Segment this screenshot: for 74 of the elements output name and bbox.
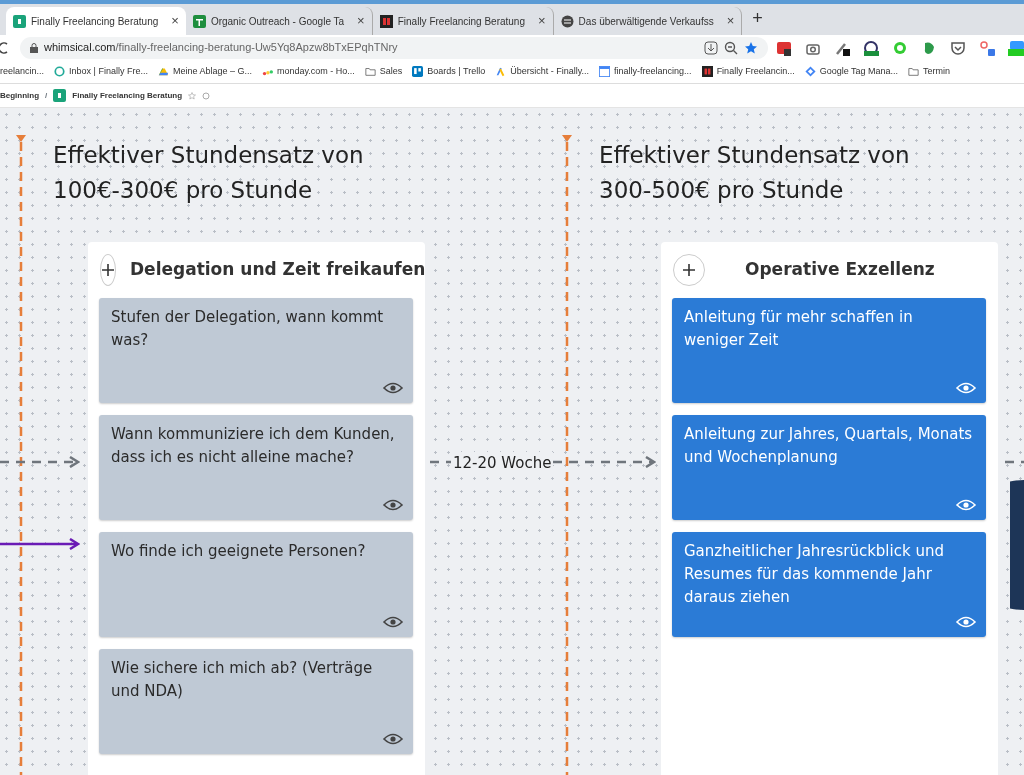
install-icon[interactable] (704, 40, 718, 55)
close-icon[interactable]: × (538, 11, 546, 31)
idea-card[interactable]: Stufen der Delegation, wann kommt was? (99, 298, 413, 403)
folder-icon (908, 66, 920, 77)
card-text: Anleitung zur Jahres, Quartals, Monats und Wochenplanung (684, 424, 974, 468)
close-icon[interactable]: × (726, 11, 735, 31)
pocket-icon[interactable] (950, 39, 966, 56)
eye-icon[interactable] (383, 498, 403, 512)
star-icon[interactable] (188, 91, 197, 100)
new-tab-button[interactable]: + (742, 5, 773, 35)
section-heading: Effektiver Stundensatz von 300-500€ pro Stunde (599, 141, 910, 205)
bookmark-link[interactable]: Termin (923, 64, 951, 79)
plus-icon (101, 263, 115, 277)
dashed-line (1005, 460, 1024, 464)
eye-icon[interactable] (383, 732, 403, 746)
dashed-line (430, 460, 452, 464)
card-text: Anleitung für mehr schaffen in weniger Zeit (684, 307, 914, 351)
sheet-icon (192, 14, 206, 28)
ring-icon (54, 66, 66, 77)
reload-icon[interactable] (0, 40, 8, 55)
add-button[interactable] (673, 254, 705, 286)
idea-card[interactable]: Wo finde ich geeignete Personen? (99, 532, 413, 637)
column-title: Operative Exzellenz (745, 258, 935, 282)
bookmark-link[interactable]: Boards | Trello (427, 64, 486, 79)
card-text: Wann kommuniziere ich dem Kunden, dass ich es nicht alleine mache? (111, 424, 396, 468)
square-icon (379, 14, 393, 28)
idea-card[interactable]: Ganzheitlicher Jahresrückblick und Resumes für das kommende Jahr daraus ziehen (672, 532, 986, 637)
bookmark-link[interactable]: monday.com - Ho... (276, 64, 355, 79)
bookmark-link[interactable]: Meine Ablage – G... (172, 64, 252, 79)
breadcrumb-link[interactable]: Beginning (0, 89, 40, 102)
card-text: Stufen der Delegation, wann kommt was? (111, 307, 385, 351)
extension-icon[interactable] (1008, 39, 1024, 56)
add-button[interactable] (100, 254, 116, 286)
triangle-icon (495, 66, 507, 77)
triangle-icon (157, 66, 169, 77)
eye-icon[interactable] (383, 615, 403, 629)
bookmark-link[interactable]: Inbox | Finally Fre... (69, 64, 148, 79)
idea-card[interactable]: Anleitung für mehr schaffen in weniger Zeit (672, 298, 986, 403)
gauge-icon[interactable] (863, 39, 879, 56)
bookmark-link[interactable]: finally-freelancing... (614, 64, 692, 79)
square-icon (13, 14, 26, 28)
column-title: Delegation und Zeit freikaufen (130, 258, 426, 282)
bookmark-link[interactable]: Sales (379, 64, 403, 79)
idea-card[interactable]: Wann kommuniziere ich dem Kunden, dass ich es nicht alleine mache? (99, 415, 413, 520)
browser-tab[interactable]: Organic Outreach - Google Ta × (185, 7, 373, 35)
breadcrumb-link[interactable]: Finally Freelancing Beratung (72, 89, 183, 102)
idea-card[interactable]: Anleitung zur Jahres, Quartals, Monats und Wochenplanung (672, 415, 986, 520)
separator-text: / (45, 89, 48, 102)
board-icon (412, 66, 424, 77)
square-icon (701, 66, 713, 77)
plus-icon (682, 263, 696, 277)
bookmark-link[interactable]: Finally Freelancin... (716, 64, 795, 79)
bookmark-link[interactable]: reelancin... (0, 64, 45, 79)
browser-tab[interactable]: Das überwältigende Verkaufss × (553, 7, 743, 35)
browser-tab[interactable]: Finally Freelancing Beratung × (6, 7, 186, 35)
bookmark-link[interactable]: Übersicht - Finally... (510, 64, 590, 79)
folder-icon (364, 66, 376, 77)
browser-tab[interactable]: Finally Freelancing Beratung × (372, 7, 554, 35)
star-icon[interactable] (744, 40, 758, 55)
square-icon (53, 89, 67, 102)
card-text: Wie sichere ich mich ab? (Verträge und NDA) (111, 658, 374, 702)
diamond-icon (804, 66, 816, 77)
close-icon[interactable]: × (357, 11, 365, 31)
card-text: Wo finde ich geeignete Personen? (111, 541, 367, 562)
zoom-out-icon[interactable] (724, 40, 738, 55)
bookmark-link[interactable]: Google Tag Mana... (819, 64, 899, 79)
section-heading: Effektiver Stundensatz von 100€-300€ pro Stunde (53, 141, 364, 205)
close-icon[interactable]: × (171, 11, 179, 31)
lock-icon (30, 42, 38, 53)
eye-icon[interactable] (383, 381, 403, 395)
address-bar[interactable]: whimsical.com/finally-freelancing-beratung-Uw5Yq8Apzw8bTxEPqhTNry (20, 36, 768, 59)
idea-card[interactable]: Wie sichere ich mich ab? (Verträge und NDA) (99, 649, 413, 754)
card-text: Ganzheitlicher Jahresrückblick und Resumes für das kommende Jahr daraus ziehen (684, 541, 945, 608)
globe-icon (560, 14, 574, 28)
